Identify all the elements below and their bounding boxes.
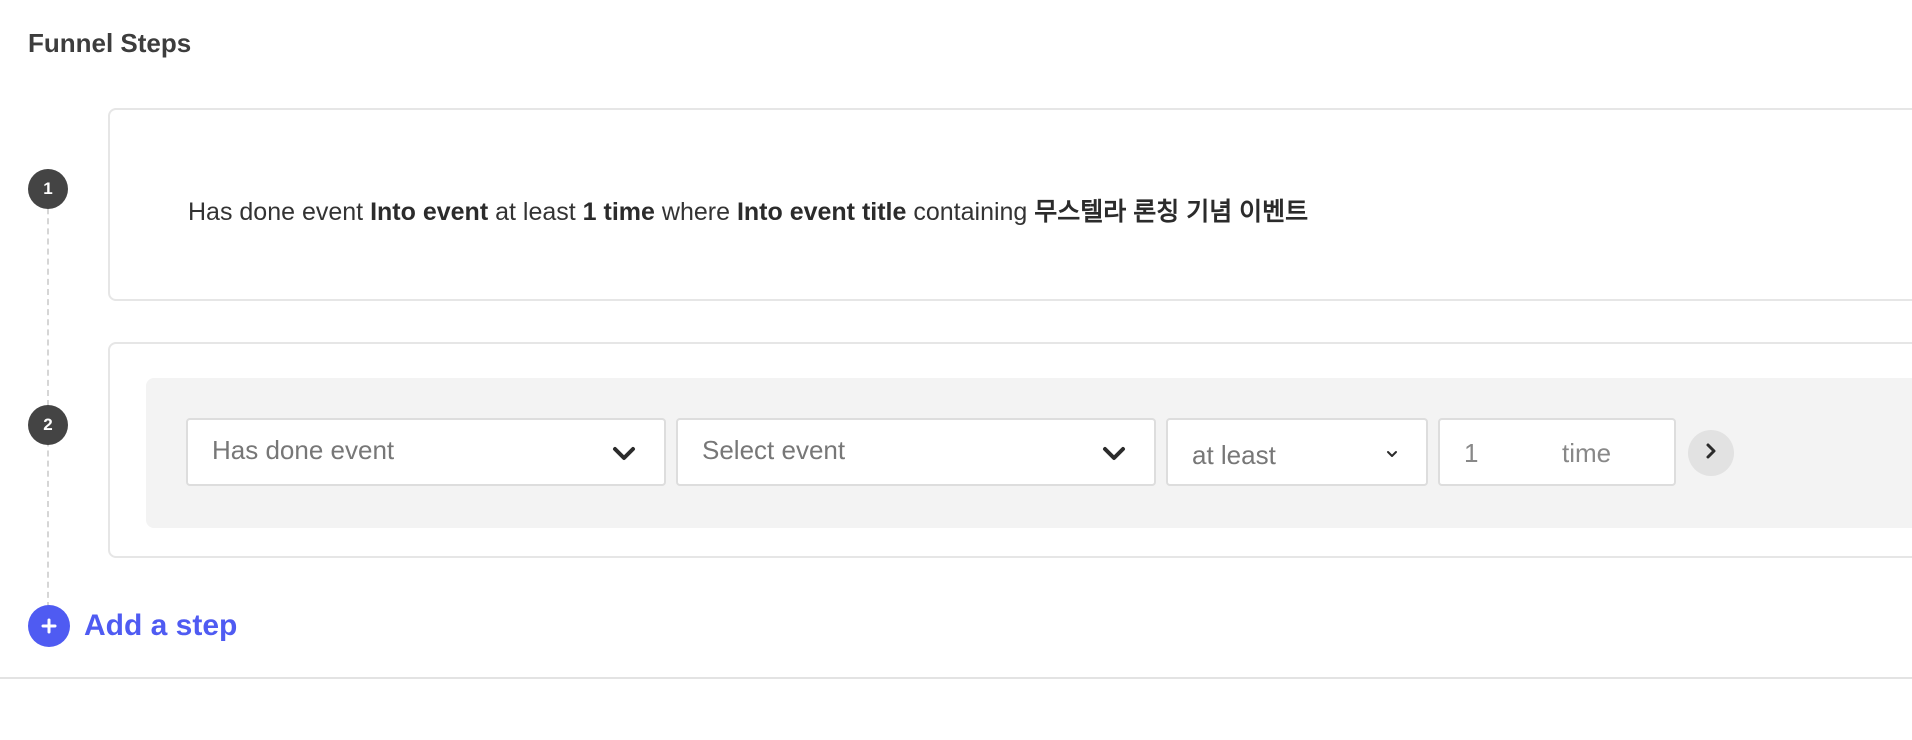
count-input[interactable]: 1 time xyxy=(1438,418,1676,486)
summary-property-value: 무스텔라 론칭 기념 이벤트 xyxy=(1034,198,1309,226)
summary-property-name: Into event title xyxy=(736,198,907,226)
step-card-2: Has done event Select event at least 1 t… xyxy=(108,342,1912,558)
summary-event-name: Into event xyxy=(370,198,489,226)
summary-prefix: Has done event xyxy=(188,198,364,226)
chevron-down-icon xyxy=(1100,440,1128,468)
add-step-label: Add a step xyxy=(84,609,238,642)
summary-operator: containing xyxy=(913,198,1028,226)
timeline-connector xyxy=(47,188,49,608)
step-summary: Has done event Into event at least 1 tim… xyxy=(188,192,1308,228)
step-editor: Has done event Select event at least 1 t… xyxy=(146,378,1912,528)
event-select-placeholder: Select event xyxy=(702,435,846,465)
step-number-badge: 1 xyxy=(28,169,68,209)
count-unit: time xyxy=(1562,438,1612,468)
add-step-button[interactable]: Add a step xyxy=(28,605,237,647)
frequency-value: at least xyxy=(1192,440,1276,470)
event-select-dropdown[interactable]: Select event xyxy=(676,418,1156,486)
summary-frequency: at least xyxy=(495,198,576,226)
chevron-down-icon xyxy=(1384,446,1400,462)
plus-icon xyxy=(28,605,70,647)
count-value: 1 xyxy=(1464,438,1479,468)
section-title: Funnel Steps xyxy=(28,28,192,58)
next-condition-button[interactable] xyxy=(1688,430,1734,476)
summary-count: 1 time xyxy=(582,198,655,226)
summary-where: where xyxy=(661,198,730,226)
step-number-badge: 2 xyxy=(28,405,68,445)
divider xyxy=(0,677,1912,679)
event-type-dropdown[interactable]: Has done event xyxy=(186,418,666,486)
chevron-down-icon xyxy=(610,440,638,468)
step-card-1[interactable]: Has done event Into event at least 1 tim… xyxy=(108,108,1912,301)
frequency-dropdown[interactable]: at least xyxy=(1166,418,1428,486)
event-type-value: Has done event xyxy=(212,435,395,465)
chevron-right-icon xyxy=(1701,441,1721,466)
